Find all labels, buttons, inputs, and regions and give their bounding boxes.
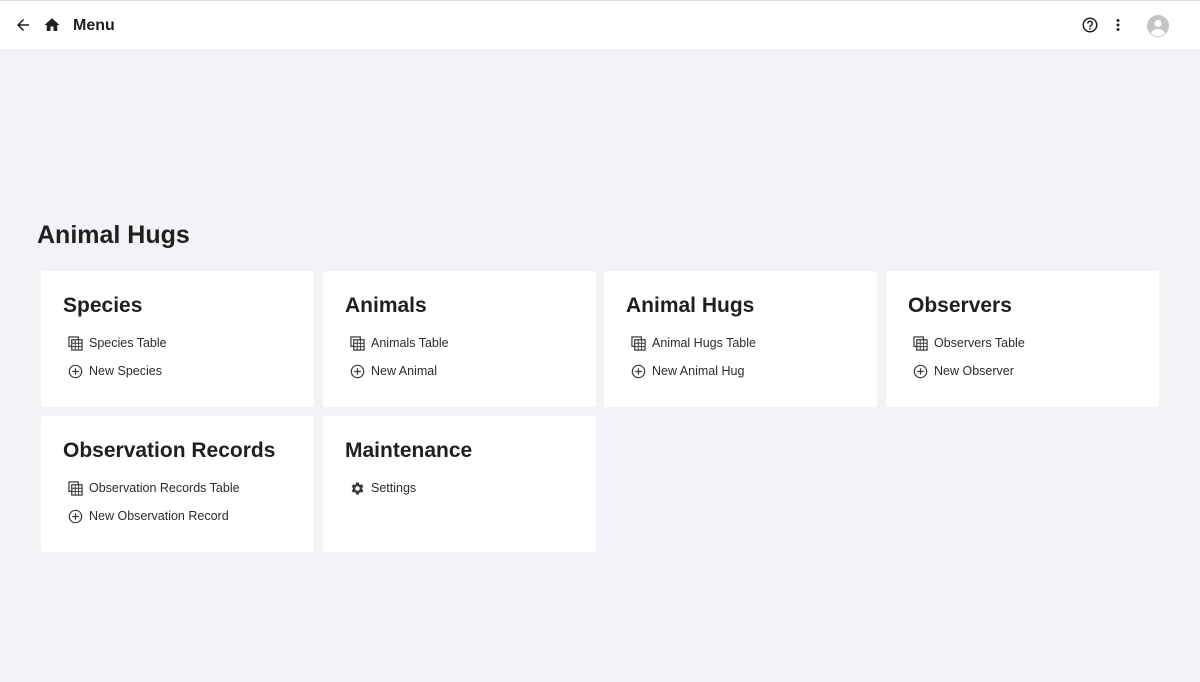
home-icon — [43, 16, 61, 34]
add-circle-icon — [913, 364, 928, 379]
add-circle-icon — [68, 364, 83, 379]
new-species-link[interactable]: New Species — [68, 362, 162, 380]
link-label: New Animal Hug — [652, 364, 745, 378]
account-avatar[interactable] — [1147, 15, 1169, 37]
card-observers: Observers Observers Table New Observer — [886, 271, 1159, 407]
link-label: New Observation Record — [89, 509, 229, 523]
link-label: New Observer — [934, 364, 1014, 378]
link-label: Animals Table — [371, 336, 449, 350]
settings-link[interactable]: Settings — [350, 479, 416, 497]
back-button[interactable] — [11, 13, 35, 37]
link-label: Species Table — [89, 336, 167, 350]
new-observation-record-link[interactable]: New Observation Record — [68, 507, 229, 525]
gear-icon — [350, 481, 365, 496]
help-button[interactable] — [1078, 13, 1102, 37]
species-table-link[interactable]: Species Table — [68, 334, 167, 352]
card-maintenance: Maintenance Settings — [323, 416, 596, 552]
more-options-button[interactable] — [1106, 13, 1130, 37]
link-label: Observers Table — [934, 336, 1025, 350]
observation-records-table-link[interactable]: Observation Records Table — [68, 479, 240, 497]
app-title: Animal Hugs — [37, 221, 190, 249]
help-circle-icon — [1081, 16, 1099, 34]
home-button[interactable] — [40, 13, 64, 37]
table-icon — [913, 335, 928, 351]
top-app-bar: Menu — [0, 0, 1200, 49]
animals-table-link[interactable]: Animals Table — [350, 334, 449, 352]
link-label: New Animal — [371, 364, 437, 378]
table-icon — [631, 335, 646, 351]
link-label: New Species — [89, 364, 162, 378]
link-label: Observation Records Table — [89, 481, 240, 495]
table-icon — [68, 335, 83, 351]
add-circle-icon — [631, 364, 646, 379]
more-vertical-icon — [1109, 16, 1127, 34]
observers-table-link[interactable]: Observers Table — [913, 334, 1025, 352]
new-animal-hug-link[interactable]: New Animal Hug — [631, 362, 744, 380]
card-species: Species Species Table New Species — [41, 271, 314, 407]
back-arrow-icon — [14, 16, 32, 34]
new-observer-link[interactable]: New Observer — [913, 362, 1014, 380]
card-title: Animal Hugs — [626, 294, 755, 317]
card-observation-records: Observation Records Observation Records … — [41, 416, 314, 552]
add-circle-icon — [350, 364, 365, 379]
card-title: Observers — [908, 294, 1012, 317]
card-title: Animals — [345, 294, 427, 317]
add-circle-icon — [68, 509, 83, 524]
link-label: Settings — [371, 481, 417, 495]
table-icon — [68, 480, 83, 496]
table-icon — [350, 335, 365, 351]
card-title: Observation Records — [63, 439, 276, 462]
link-label: Animal Hugs Table — [652, 336, 756, 350]
animal-hugs-table-link[interactable]: Animal Hugs Table — [631, 334, 756, 352]
card-animals: Animals Animals Table New Animal — [323, 271, 596, 407]
new-animal-link[interactable]: New Animal — [350, 362, 437, 380]
card-title: Species — [63, 294, 143, 317]
card-animal-hugs: Animal Hugs Animal Hugs Table New Animal… — [604, 271, 877, 407]
card-title: Maintenance — [345, 439, 473, 462]
page-title: Menu — [73, 17, 115, 34]
account-avatar-icon — [1147, 19, 1169, 37]
